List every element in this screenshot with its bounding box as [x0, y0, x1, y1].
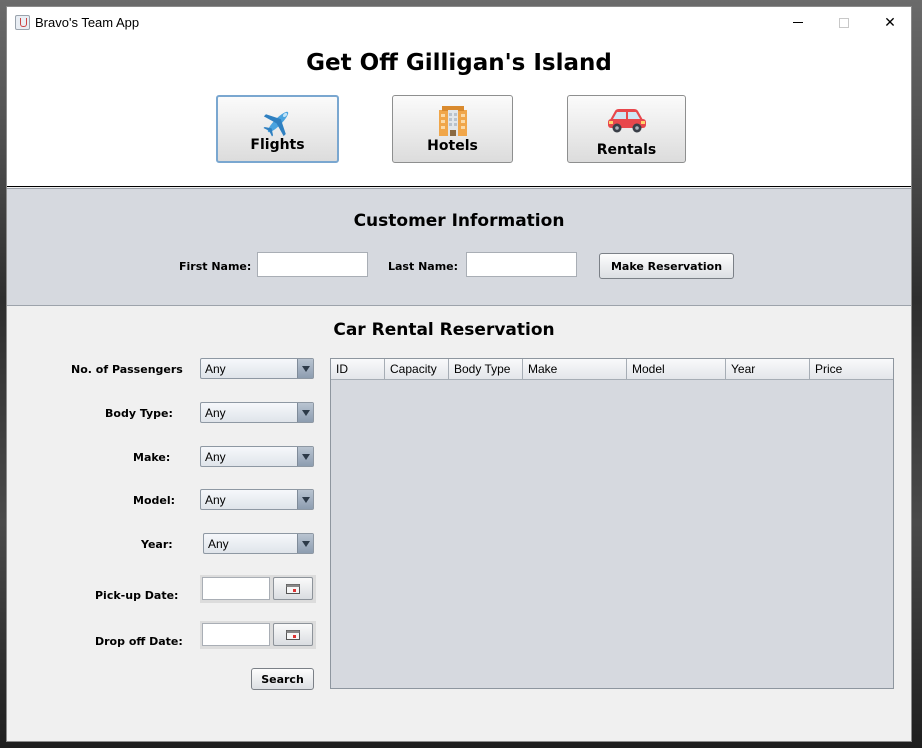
dropoff-date-field[interactable] [202, 623, 270, 646]
results-table-header: ID Capacity Body Type Make Model Year Pr… [331, 359, 893, 380]
hotel-building-icon [436, 104, 470, 142]
last-name-field[interactable] [466, 252, 577, 277]
make-label: Make: [133, 451, 171, 464]
maximize-icon [839, 17, 849, 28]
dropoff-date-picker [200, 621, 316, 649]
search-button[interactable]: Search [251, 668, 314, 690]
dropoff-calendar-button[interactable] [273, 623, 313, 646]
chevron-down-icon [297, 403, 313, 422]
body-type-dropdown[interactable]: Any [200, 402, 314, 423]
java-app-icon [15, 15, 30, 30]
dropoff-date-label: Drop off Date: [95, 635, 183, 648]
passengers-dropdown[interactable]: Any [200, 358, 314, 379]
minimize-button[interactable] [775, 7, 821, 38]
year-label: Year: [141, 538, 173, 551]
chevron-down-icon [297, 359, 313, 378]
pickup-date-picker [200, 575, 316, 603]
body-type-value: Any [205, 406, 226, 420]
customer-info-panel: Customer Information First Name: Last Na… [7, 188, 911, 306]
pickup-calendar-button[interactable] [273, 577, 313, 600]
first-name-label: First Name: [179, 260, 252, 273]
header-panel: Get Off Gilligan's Island Flights Hotels… [7, 38, 911, 187]
rentals-button[interactable]: Rentals [567, 95, 686, 163]
model-dropdown[interactable]: Any [200, 489, 314, 510]
results-table[interactable]: ID Capacity Body Type Make Model Year Pr… [330, 358, 894, 689]
rentals-button-label: Rentals [596, 142, 657, 158]
calendar-icon [286, 629, 300, 640]
hotels-button[interactable]: Hotels [392, 95, 513, 163]
year-dropdown[interactable]: Any [203, 533, 314, 554]
column-header-year[interactable]: Year [726, 359, 810, 380]
car-icon [606, 106, 648, 138]
airplane-icon [261, 105, 295, 143]
passengers-value: Any [205, 362, 226, 376]
title-bar[interactable]: Bravo's Team App ✕ [7, 7, 911, 38]
year-value: Any [208, 537, 229, 551]
pickup-date-field[interactable] [202, 577, 270, 600]
chevron-down-icon [297, 490, 313, 509]
calendar-icon [286, 583, 300, 594]
customer-info-title: Customer Information [353, 211, 565, 231]
close-button[interactable]: ✕ [867, 7, 913, 38]
model-value: Any [205, 493, 226, 507]
minimize-icon [793, 22, 803, 23]
column-header-capacity[interactable]: Capacity [385, 359, 449, 380]
column-header-price[interactable]: Price [810, 359, 893, 380]
car-rental-panel: Car Rental Reservation No. of Passengers… [7, 307, 911, 741]
pickup-date-label: Pick-up Date: [95, 589, 179, 602]
close-icon: ✕ [884, 14, 896, 31]
window-title: Bravo's Team App [35, 15, 140, 30]
page-title: Get Off Gilligan's Island [306, 50, 612, 76]
last-name-label: Last Name: [388, 260, 459, 273]
flights-button[interactable]: Flights [216, 95, 339, 163]
column-header-id[interactable]: ID [331, 359, 385, 380]
chevron-down-icon [297, 534, 313, 553]
car-rental-title: Car Rental Reservation [333, 320, 555, 340]
model-label: Model: [133, 494, 176, 507]
passengers-label: No. of Passengers [71, 363, 183, 376]
make-value: Any [205, 450, 226, 464]
column-header-body-type[interactable]: Body Type [449, 359, 523, 380]
first-name-field[interactable] [257, 252, 368, 277]
body-type-label: Body Type: [105, 407, 173, 420]
column-header-make[interactable]: Make [523, 359, 627, 380]
app-window: Bravo's Team App ✕ Get Off Gilligan's Is… [6, 6, 912, 742]
chevron-down-icon [297, 447, 313, 466]
make-reservation-button[interactable]: Make Reservation [599, 253, 734, 279]
maximize-button[interactable] [821, 7, 867, 38]
make-dropdown[interactable]: Any [200, 446, 314, 467]
column-header-model[interactable]: Model [627, 359, 726, 380]
